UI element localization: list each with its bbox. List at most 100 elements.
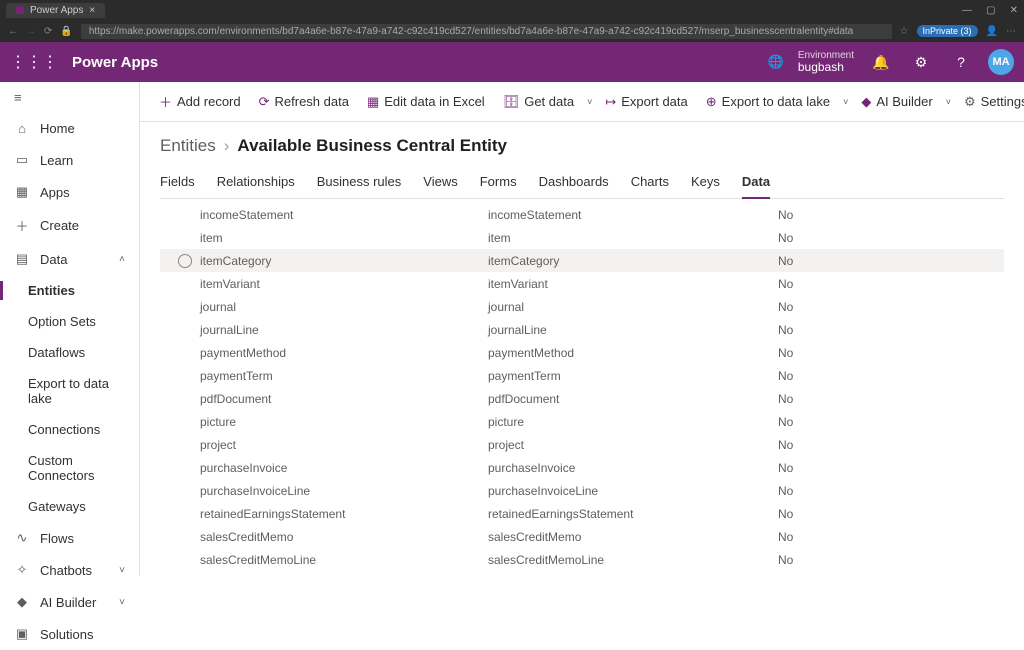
min-icon[interactable]: ― [962,5,972,16]
gear-icon: ⚙ [964,94,976,110]
table-row[interactable]: itemitemNo [160,226,1004,249]
help-icon[interactable]: ? [948,54,974,70]
cmd-export-lake[interactable]: ⊕Export to data lake [699,90,837,114]
nav-data[interactable]: ▤Data˄ [0,243,139,275]
product-name[interactable]: Power Apps [72,54,158,71]
row-select[interactable] [172,254,198,268]
settings-icon[interactable]: ⚙ [908,54,934,71]
table-row[interactable]: picturepictureNo [160,410,1004,433]
table-row[interactable]: salesCreditMemoLinesalesCreditMemoLineNo [160,548,1004,571]
table-row[interactable]: purchaseInvoicepurchaseInvoiceNo [160,456,1004,479]
cell-flag: No [778,507,838,521]
cell-flag: No [778,553,838,567]
notifications-icon[interactable]: 🔔 [868,54,894,71]
tab-charts[interactable]: Charts [631,168,669,198]
tab-title: Power Apps [30,5,83,16]
breadcrumb-root[interactable]: Entities [160,136,216,156]
cell-flag: No [778,438,838,452]
environment-picker[interactable]: Environment bugbash [798,50,854,74]
cell-name: incomeStatement [198,208,488,222]
radio-icon[interactable] [178,254,192,268]
nav-fwd-icon[interactable]: → [26,26,36,37]
data-icon: ▤ [14,251,30,267]
tab-data[interactable]: Data [742,168,770,199]
nav-dataflows[interactable]: Dataflows [0,337,139,368]
chevron-up-icon: ˄ [119,254,125,265]
waffle-icon[interactable]: ⋮⋮⋮ [10,52,58,72]
profile-icon[interactable]: 👤 [986,26,998,37]
table-row[interactable]: paymentTermpaymentTermNo [160,364,1004,387]
tab-relationships[interactable]: Relationships [217,168,295,198]
cmd-settings[interactable]: ⚙Settings [957,90,1024,114]
cell-flag: No [778,323,838,337]
nav-custom-connectors[interactable]: Custom Connectors [0,445,139,491]
export-icon: ↦ [605,94,616,110]
excel-icon: ▦ [367,94,379,110]
cell-name: journalLine [198,323,488,337]
cell-display: pdfDocument [488,392,778,406]
table-row[interactable]: incomeStatementincomeStatementNo [160,203,1004,226]
favicon-icon [16,6,24,14]
tab-dashboards[interactable]: Dashboards [539,168,609,198]
cell-name: journal [198,300,488,314]
nav-apps[interactable]: ▦Apps [0,176,139,208]
nav-reload-icon[interactable]: ⟳ [44,26,52,37]
cell-display: journalLine [488,323,778,337]
nav-export-lake[interactable]: Export to data lake [0,368,139,414]
nav-create[interactable]: ＋Create [0,208,139,243]
cell-name: purchaseInvoiceLine [198,484,488,498]
address-bar[interactable]: https://make.powerapps.com/environments/… [81,24,892,39]
table-row[interactable]: itemCategoryitemCategoryNo [160,249,1004,272]
table-row[interactable]: projectprojectNo [160,433,1004,456]
table-row[interactable]: salesCreditMemosalesCreditMemoNo [160,525,1004,548]
cell-name: project [198,438,488,452]
nav-flows[interactable]: ∿Flows [0,522,139,554]
close-icon[interactable]: ✕ [1010,5,1018,16]
cell-name: itemCategory [198,254,488,268]
table-row[interactable]: itemVariantitemVariantNo [160,272,1004,295]
cmd-get-data[interactable]: 🗄Get data [496,90,581,114]
get-data-chevron[interactable]: ˅ [585,97,594,107]
cmd-edit-excel[interactable]: ▦Edit data in Excel [360,90,492,114]
table-row[interactable]: paymentMethodpaymentMethodNo [160,341,1004,364]
nav-gateways[interactable]: Gateways [0,491,139,522]
table-row[interactable]: purchaseInvoiceLinepurchaseInvoiceLineNo [160,479,1004,502]
table-row[interactable]: retainedEarningsStatementretainedEarning… [160,502,1004,525]
nav-home[interactable]: ⌂Home [0,113,139,144]
nav-entities[interactable]: Entities [0,275,139,306]
cell-display: picture [488,415,778,429]
nav-collapse-icon[interactable]: ≡ [0,82,139,113]
more-icon[interactable]: ⋯ [1006,26,1016,37]
cmd-refresh[interactable]: ⟳Refresh data [252,90,356,114]
table-row[interactable]: journalLinejournalLineNo [160,318,1004,341]
entity-tabs: Fields Relationships Business rules View… [160,168,1004,199]
table-row[interactable]: pdfDocumentpdfDocumentNo [160,387,1004,410]
cell-flag: No [778,346,838,360]
data-grid[interactable]: incomeStatementincomeStatementNoitemitem… [160,203,1004,576]
nav-solutions[interactable]: ▣Solutions [0,618,139,650]
max-icon[interactable]: ▢ [986,5,995,16]
tab-business-rules[interactable]: Business rules [317,168,402,198]
tab-fields[interactable]: Fields [160,168,195,198]
tab-keys[interactable]: Keys [691,168,720,198]
tab-close-icon[interactable]: × [89,5,95,16]
cmd-ai-builder[interactable]: ◆AI Builder [854,90,939,114]
avatar[interactable]: MA [988,49,1014,75]
tab-views[interactable]: Views [423,168,457,198]
nav-back-icon[interactable]: ← [8,26,18,37]
cmd-export-data[interactable]: ↦Export data [598,90,694,114]
export-lake-chevron[interactable]: ˅ [841,97,850,107]
tab-forms[interactable]: Forms [480,168,517,198]
browser-tab[interactable]: Power Apps × [6,3,105,18]
nav-option-sets[interactable]: Option Sets [0,306,139,337]
favorite-icon[interactable]: ☆ [900,26,909,37]
cmd-add-record[interactable]: ＋Add record [152,88,248,115]
nav-connections[interactable]: Connections [0,414,139,445]
nav-chatbots[interactable]: ✧Chatbots˅ [0,554,139,586]
nav-ai-builder[interactable]: ◆AI Builder˅ [0,586,139,618]
nav-learn[interactable]: ▭Learn [0,144,139,176]
table-row[interactable]: journaljournalNo [160,295,1004,318]
cell-display: itemCategory [488,254,778,268]
cell-display: retainedEarningsStatement [488,507,778,521]
ai-builder-chevron[interactable]: ˅ [944,97,953,107]
